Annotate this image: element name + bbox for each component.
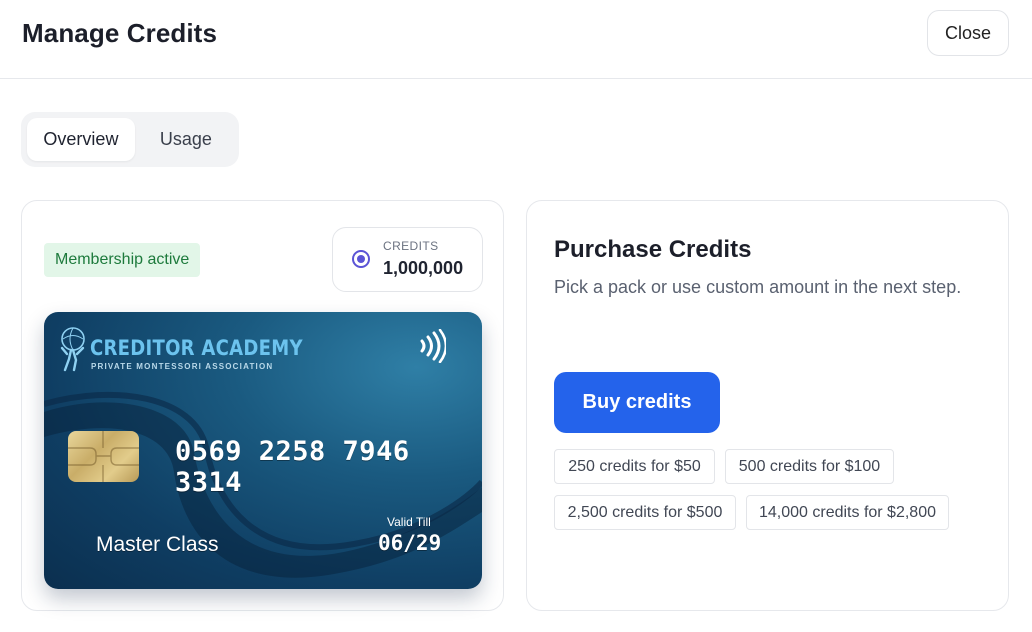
- overview-panel: Membership active CREDITS 1,000,000 CRED…: [21, 200, 504, 611]
- contactless-icon: [420, 329, 446, 363]
- credits-value: 1,000,000: [383, 258, 464, 278]
- purchase-panel: Purchase Credits Pick a pack or use cust…: [526, 200, 1009, 611]
- pack-14000-credits[interactable]: 14,000 credits for $2,800: [746, 495, 949, 530]
- page-title: Manage Credits: [22, 18, 218, 48]
- card-number: 0569 2258 7946 3314: [175, 436, 410, 498]
- atlas-logo-icon: [60, 327, 85, 372]
- tab-usage[interactable]: Usage: [139, 118, 233, 161]
- card-tagline: PRIVATE MONTESSORI ASSOCIATION: [91, 362, 274, 371]
- pack-250-credits[interactable]: 250 credits for $50: [554, 449, 715, 484]
- tab-bar: Overview Usage: [21, 112, 239, 167]
- chip-icon: [68, 431, 139, 482]
- valid-till-label: Valid Till: [387, 515, 431, 529]
- radio-icon: [352, 250, 370, 268]
- membership-card: CREDITOR ACADEMY PRIVATE MONTESSORI ASSO…: [44, 312, 482, 589]
- pack-500-credits[interactable]: 500 credits for $100: [725, 449, 894, 484]
- membership-status-badge: Membership active: [44, 243, 201, 277]
- card-holder-name: Master Class: [96, 533, 219, 556]
- buy-credits-button[interactable]: Buy credits: [554, 372, 720, 433]
- modal-header: Manage Credits Close: [0, 0, 1032, 79]
- close-button[interactable]: Close: [927, 10, 1009, 56]
- valid-till-date: 06/29: [378, 531, 442, 555]
- credits-balance: CREDITS 1,000,000: [332, 227, 483, 292]
- purchase-title: Purchase Credits: [554, 236, 752, 263]
- purchase-description: Pick a pack or use custom amount in the …: [554, 277, 962, 297]
- tab-overview[interactable]: Overview: [27, 118, 135, 161]
- pack-2500-credits[interactable]: 2,500 credits for $500: [554, 495, 736, 530]
- credits-label: CREDITS: [383, 239, 439, 253]
- card-brand-name: CREDITOR ACADEMY: [90, 336, 303, 360]
